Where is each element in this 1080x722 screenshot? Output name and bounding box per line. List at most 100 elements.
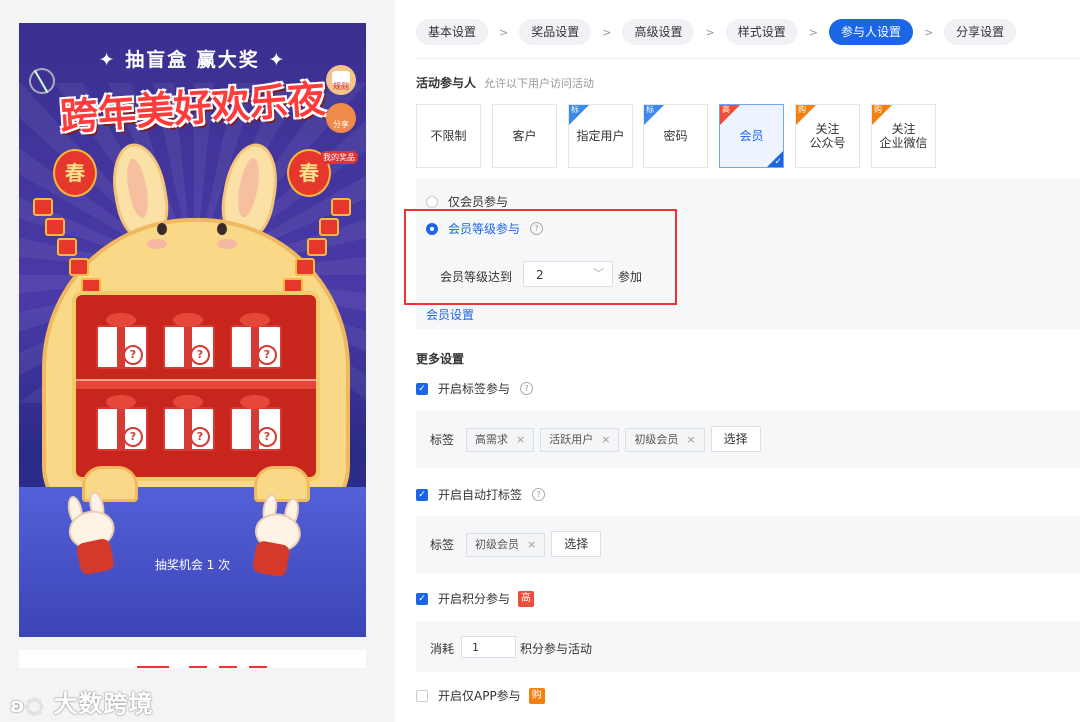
step-basic[interactable]: 基本设置 xyxy=(416,19,489,45)
points-input[interactable]: 1 xyxy=(461,636,516,658)
watermark-text: 大数跨境 xyxy=(53,690,154,718)
card-label: 关注 公众号 xyxy=(809,122,846,150)
gift-shelf xyxy=(72,291,320,481)
participant-option-password[interactable]: 标 密码 xyxy=(643,104,708,168)
auto-tag-list: 初级会员 × 选择 xyxy=(466,531,602,557)
firecracker-icon xyxy=(319,218,339,236)
checkbox-label: 开启积分参与 xyxy=(438,592,511,606)
radio-members-only[interactable]: 仅会员参与 xyxy=(426,193,508,210)
purchase-badge: 购 xyxy=(528,687,545,704)
share-label: 分享 xyxy=(333,120,349,129)
chevron-right-icon: > xyxy=(602,25,612,39)
checkbox-checked-icon: ✓ xyxy=(416,592,428,605)
preview-bottom-strip xyxy=(19,650,366,668)
preview-pane: ✦ 抽盲盒 赢大奖 ✦ 跨年美好欢乐夜 规则 分享 春 春 我的奖品 ? ? ?… xyxy=(0,0,395,722)
card-label: 关注 企业微信 xyxy=(879,122,928,150)
participant-option-follow-wecom[interactable]: 购 关注 企业微信 xyxy=(871,104,936,168)
blind-box-gift[interactable] xyxy=(163,395,215,451)
step-participants[interactable]: 参与人设置 xyxy=(828,19,913,45)
firecracker-icon xyxy=(69,258,89,276)
blind-box-gift[interactable] xyxy=(96,313,148,369)
tag-chip: 高需求 × xyxy=(466,428,535,452)
participant-option-follow-official-account[interactable]: 购 关注 公众号 xyxy=(795,104,860,168)
highlight-box xyxy=(404,209,677,305)
participants-title: 活动参与人 允许以下用户访问活动 xyxy=(416,74,594,91)
checkbox-label: 开启仅APP参与 xyxy=(438,689,521,703)
participant-option-member[interactable]: 高 会员 ✓ xyxy=(719,104,784,168)
checkbox-points[interactable]: ✓ 开启积分参与 高 xyxy=(416,590,535,607)
close-icon[interactable]: × xyxy=(601,433,610,446)
checkbox-checked-icon: ✓ xyxy=(416,382,428,395)
checkbox-tag-participation[interactable]: ✓ 开启标签参与 ? xyxy=(416,380,534,397)
close-icon[interactable]: × xyxy=(516,433,525,446)
tag-text: 高需求 xyxy=(475,433,508,446)
close-icon[interactable]: × xyxy=(686,433,695,446)
tag-row-label: 标签 xyxy=(430,433,455,447)
tag-text: 初级会员 xyxy=(475,538,519,551)
radio-label: 仅会员参与 xyxy=(448,195,509,209)
card-label: 会员 xyxy=(739,129,764,143)
participants-title-text: 活动参与人 xyxy=(416,76,477,90)
premium-badge: 高 xyxy=(518,590,535,607)
checkbox-checked-icon: ✓ xyxy=(416,488,428,501)
card-label: 密码 xyxy=(663,129,688,143)
blind-box-gift[interactable] xyxy=(96,395,148,451)
corner-badge-text: 标 xyxy=(646,105,654,114)
more-settings-title: 更多设置 xyxy=(416,352,465,366)
checkbox-label: 开启标签参与 xyxy=(438,382,511,396)
close-icon[interactable]: × xyxy=(527,538,536,551)
consume-label: 消耗 xyxy=(430,642,455,656)
card-label: 客户 xyxy=(512,129,537,143)
member-settings-link[interactable]: 会员设置 xyxy=(426,306,474,323)
chevron-right-icon: > xyxy=(499,25,509,39)
checkbox-auto-tag[interactable]: ✓ 开启自动打标签 ? xyxy=(416,486,546,503)
corner-badge-text: 购 xyxy=(874,105,882,114)
participant-option-customer[interactable]: 客户 xyxy=(492,104,557,168)
watermark-logo-icon: ʚ◌ xyxy=(10,693,45,717)
blind-box-gift[interactable] xyxy=(230,395,282,451)
consume-suffix: 积分参与活动 xyxy=(520,642,593,656)
blind-box-gift[interactable] xyxy=(230,313,282,369)
phone-preview: ✦ 抽盲盒 赢大奖 ✦ 跨年美好欢乐夜 规则 分享 春 春 我的奖品 ? ? ?… xyxy=(19,23,366,637)
my-prize-button[interactable]: 我的奖品 xyxy=(320,151,358,164)
select-auto-tags-button[interactable]: 选择 xyxy=(551,531,602,557)
chevron-right-icon: > xyxy=(808,25,818,39)
divider xyxy=(416,58,1080,59)
participant-option-unlimited[interactable]: 不限制 xyxy=(416,104,481,168)
step-style[interactable]: 样式设置 xyxy=(725,19,798,45)
bunny-foot-right xyxy=(254,466,310,502)
participant-option-specified-users[interactable]: 标 指定用户 xyxy=(568,104,633,168)
step-prizes[interactable]: 奖品设置 xyxy=(519,19,592,45)
firecracker-icon xyxy=(57,238,77,256)
corner-badge-text: 标 xyxy=(571,105,579,114)
firecracker-icon xyxy=(33,198,53,216)
participants-hint: 允许以下用户访问活动 xyxy=(484,77,595,90)
help-icon[interactable]: ? xyxy=(532,488,546,501)
blind-box-gift[interactable] xyxy=(163,313,215,369)
step-nav: 基本设置 > 奖品设置 > 高级设置 > 样式设置 > 参与人设置 > 分享设置 xyxy=(416,19,1017,45)
rules-button[interactable]: 规则 xyxy=(326,65,356,95)
tag-row-label: 标签 xyxy=(430,538,455,552)
check-icon: ✓ xyxy=(774,157,782,167)
corner-badge-text: 高 xyxy=(722,105,730,114)
tag-text: 活跃用户 xyxy=(549,433,594,446)
checkbox-label: 开启自动打标签 xyxy=(438,488,523,502)
checkbox-app-only[interactable]: 开启仅APP参与 购 xyxy=(416,687,545,704)
step-advanced[interactable]: 高级设置 xyxy=(622,19,695,45)
help-icon[interactable]: ? xyxy=(520,382,534,395)
watermark: ʚ◌ 大数跨境 xyxy=(10,684,153,719)
tag-chip: 初级会员 × xyxy=(625,428,705,452)
share-button[interactable]: 分享 xyxy=(326,103,356,133)
step-share[interactable]: 分享设置 xyxy=(944,19,1017,45)
lantern-left: 春 xyxy=(53,149,97,197)
select-tags-button[interactable]: 选择 xyxy=(710,426,761,452)
tag-list: 高需求 × 活跃用户 × 初级会员 × 选择 xyxy=(466,426,761,452)
firecracker-icon xyxy=(295,258,315,276)
draw-chance-text: 抽奖机会 1 次 xyxy=(154,558,231,572)
settings-pane: 基本设置 > 奖品设置 > 高级设置 > 样式设置 > 参与人设置 > 分享设置… xyxy=(395,0,1080,722)
tag-text: 初级会员 xyxy=(634,433,679,446)
tag-chip: 初级会员 × xyxy=(466,533,546,557)
card-label: 指定用户 xyxy=(576,129,625,143)
firecracker-icon xyxy=(45,218,65,236)
tag-chip: 活跃用户 × xyxy=(540,428,620,452)
